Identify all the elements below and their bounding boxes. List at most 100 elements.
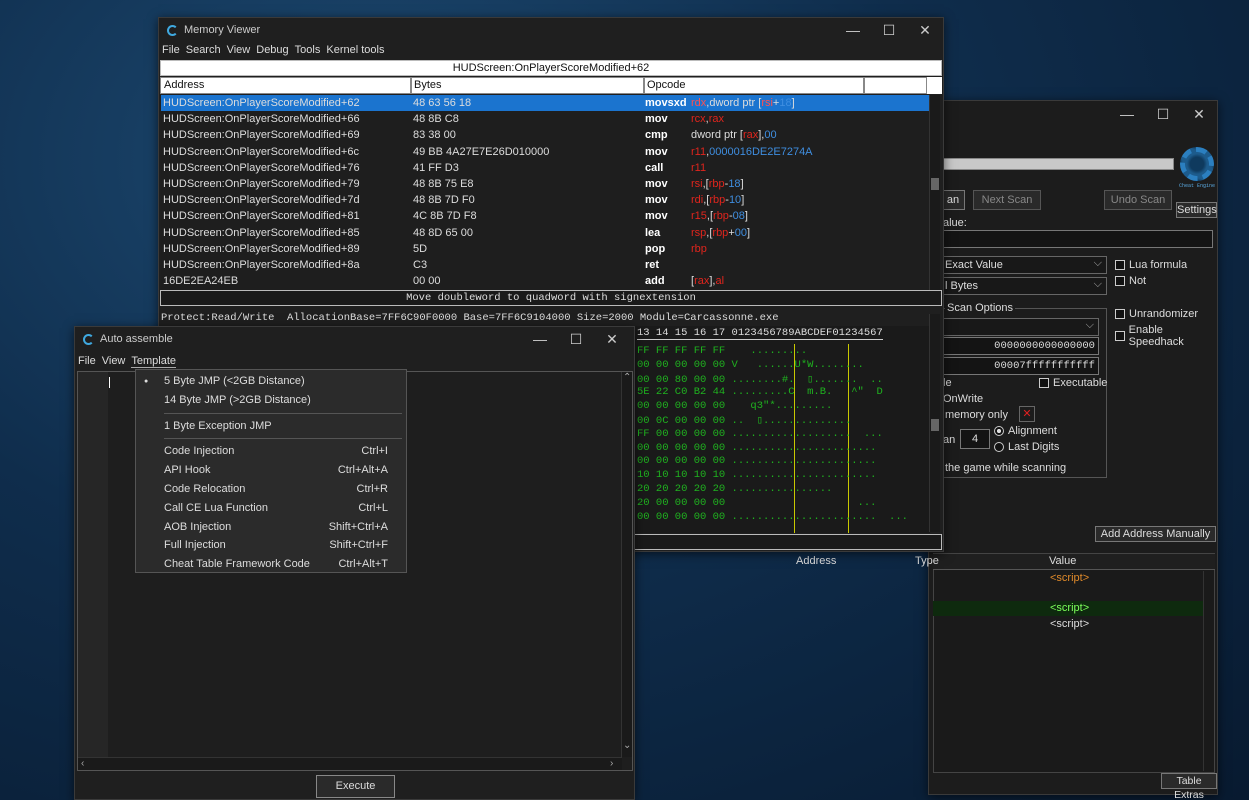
menu-debug[interactable]: Debug bbox=[256, 44, 288, 56]
main-window-titlebar[interactable]: — ☐ ✕ bbox=[929, 101, 1217, 127]
col-header-opcode[interactable]: Opcode bbox=[644, 77, 864, 94]
hex-row[interactable]: 00 00 00 00 00 V ......U*W........ bbox=[637, 359, 864, 371]
writable-label[interactable]: le bbox=[943, 377, 952, 389]
close-red-icon[interactable]: ✕ bbox=[1019, 406, 1035, 422]
table-row-1-value[interactable]: <script> bbox=[1050, 572, 1089, 584]
menu-kernel-tools[interactable]: Kernel tools bbox=[326, 44, 384, 56]
close-icon[interactable]: ✕ bbox=[1181, 106, 1217, 123]
hex-scrollbar[interactable] bbox=[929, 314, 940, 532]
disassembler-row[interactable]: HUDScreen:OnPlayerScoreModified+81 4C 8B … bbox=[161, 208, 929, 224]
disassembler-scrollbar[interactable] bbox=[929, 95, 940, 290]
maximize-icon[interactable]: ☐ bbox=[871, 22, 907, 39]
hex-row[interactable]: 00 00 00 00 00 ....................... bbox=[637, 442, 876, 454]
menu-file[interactable]: File bbox=[78, 355, 96, 367]
template-menu-item[interactable]: 1 Byte Exception JMP bbox=[136, 417, 406, 435]
menu-view[interactable]: View bbox=[102, 355, 126, 367]
disassembler-row[interactable]: HUDScreen:OnPlayerScoreModified+85 48 8D … bbox=[161, 225, 929, 241]
maximize-icon[interactable]: ☐ bbox=[1145, 106, 1181, 123]
disassembler-row[interactable]: HUDScreen:OnPlayerScoreModified+69 83 38 … bbox=[161, 127, 929, 143]
scan-type-select[interactable]: Exact Value bbox=[941, 255, 1107, 274]
template-menu-item[interactable]: Call CE Lua Function Ctrl+L bbox=[136, 499, 406, 517]
unrandomizer-checkbox[interactable]: Unrandomizer bbox=[1115, 308, 1198, 320]
col-header-bytes[interactable]: Bytes bbox=[411, 77, 644, 94]
template-menu-item[interactable]: API Hook Ctrl+Alt+A bbox=[136, 461, 406, 479]
hex-row[interactable]: FF FF FF FF FF ......... bbox=[637, 345, 807, 357]
add-address-button[interactable]: Add Address Manually bbox=[1095, 526, 1216, 542]
memory-region-select[interactable] bbox=[941, 317, 1099, 336]
hex-row[interactable]: 00 00 00 00 00 ....................... .… bbox=[637, 511, 908, 523]
scroll-up-icon[interactable]: ⌃ bbox=[623, 372, 631, 383]
maximize-icon[interactable]: ☐ bbox=[558, 331, 594, 348]
template-menu-item[interactable]: 14 Byte JMP (>2GB Distance) bbox=[136, 391, 406, 409]
close-icon[interactable]: ✕ bbox=[907, 22, 943, 39]
table-row-3-value[interactable]: <script> bbox=[1050, 602, 1089, 614]
scroll-left-icon[interactable]: ‹ bbox=[81, 758, 84, 769]
minimize-icon[interactable]: — bbox=[835, 22, 871, 39]
table-header-type[interactable]: Type bbox=[915, 555, 939, 567]
disassembler-row[interactable]: HUDScreen:OnPlayerScoreModified+8a C3 ret bbox=[161, 257, 929, 273]
next-scan-button[interactable]: Next Scan bbox=[973, 190, 1041, 210]
scrollbar-thumb[interactable] bbox=[931, 178, 939, 190]
menu-file[interactable]: File bbox=[162, 44, 180, 56]
template-menu-item[interactable]: AOB Injection Shift+Ctrl+A bbox=[136, 518, 406, 536]
memory-viewer-titlebar[interactable]: Memory Viewer — ☐ ✕ bbox=[159, 18, 943, 42]
table-row-4-value[interactable]: <script> bbox=[1050, 618, 1089, 630]
close-icon[interactable]: ✕ bbox=[594, 331, 630, 348]
hex-row[interactable]: FF 00 00 00 00 ................... ... bbox=[637, 428, 883, 440]
table-extras-button[interactable]: Table Extras bbox=[1161, 773, 1217, 800]
fast-scan-value[interactable]: 4 bbox=[960, 429, 990, 449]
disassembler-row[interactable]: HUDScreen:OnPlayerScoreModified+7d 48 8B … bbox=[161, 192, 929, 208]
col-header-comment[interactable] bbox=[864, 77, 927, 94]
memory-only-label[interactable]: memory only bbox=[945, 409, 1008, 421]
first-scan-button[interactable]: an bbox=[941, 190, 965, 210]
hex-row[interactable]: 00 00 00 00 00 q3"*......... bbox=[637, 400, 832, 412]
table-header-address[interactable]: Address bbox=[796, 555, 836, 567]
value-type-select[interactable]: l Bytes bbox=[941, 276, 1107, 295]
disassembler-row[interactable]: HUDScreen:OnPlayerScoreModified+6c 49 BB … bbox=[161, 144, 929, 160]
settings-button[interactable]: Settings bbox=[1176, 202, 1217, 218]
scrollbar-thumb[interactable] bbox=[931, 419, 939, 431]
hex-row[interactable]: 10 10 10 10 10 ....................... bbox=[637, 469, 876, 481]
minimize-icon[interactable]: — bbox=[522, 331, 558, 348]
scroll-down-icon[interactable]: ⌄ bbox=[623, 740, 631, 751]
current-address-bar[interactable]: HUDScreen:OnPlayerScoreModified+62 bbox=[160, 60, 942, 76]
disassembler-row[interactable]: HUDScreen:OnPlayerScoreModified+79 48 8B … bbox=[161, 176, 929, 192]
menu-view[interactable]: View bbox=[227, 44, 251, 56]
template-menu-item[interactable]: Code Relocation Ctrl+R bbox=[136, 480, 406, 498]
menu-template[interactable]: Template bbox=[131, 355, 177, 368]
disassembler-row[interactable]: HUDScreen:OnPlayerScoreModified+76 41 FF … bbox=[161, 160, 929, 176]
hex-row[interactable]: 00 00 80 00 00 ........#. ▯....... .. bbox=[637, 373, 883, 386]
last-digits-radio[interactable]: Last Digits bbox=[994, 441, 1059, 453]
template-menu-item[interactable]: Cheat Table Framework Code Ctrl+Alt+T bbox=[136, 555, 406, 573]
disassembler-row[interactable]: 16DE2EA24EB 00 00 add [rax],al bbox=[161, 273, 929, 289]
auto-assemble-titlebar[interactable]: Auto assemble — ☐ ✕ bbox=[75, 327, 634, 351]
editor-scrollbar[interactable]: ⌃ ⌄ bbox=[621, 372, 632, 757]
pause-game-label[interactable]: the game while scanning bbox=[945, 462, 1066, 474]
execute-button[interactable]: Execute bbox=[316, 775, 395, 798]
menu-tools[interactable]: Tools bbox=[295, 44, 321, 56]
disassembler-row[interactable]: HUDScreen:OnPlayerScoreModified+89 5D pop r… bbox=[161, 241, 929, 257]
hex-row[interactable]: 20 20 20 20 20 ................ bbox=[637, 483, 832, 495]
executable-checkbox[interactable]: Executable bbox=[1039, 377, 1107, 389]
start-address-field[interactable]: 0000000000000000 bbox=[941, 337, 1099, 355]
table-header-value[interactable]: Value bbox=[1049, 555, 1076, 567]
disassembler-list[interactable]: HUDScreen:OnPlayerScoreModified+62 48 63 … bbox=[161, 95, 929, 290]
minimize-icon[interactable]: — bbox=[1109, 106, 1145, 123]
lua-formula-checkbox[interactable]: Lua formula bbox=[1115, 259, 1187, 271]
scroll-right-icon[interactable]: › bbox=[610, 758, 613, 769]
disassembler-row[interactable]: HUDScreen:OnPlayerScoreModified+66 48 8B … bbox=[161, 111, 929, 127]
template-menu-item[interactable]: Code Injection Ctrl+I bbox=[136, 442, 406, 460]
template-menu-item[interactable]: ● 5 Byte JMP (<2GB Distance) bbox=[136, 372, 406, 390]
copy-on-write-label[interactable]: OnWrite bbox=[943, 393, 983, 405]
menu-search[interactable]: Search bbox=[186, 44, 221, 56]
table-scrollbar[interactable] bbox=[1203, 571, 1214, 771]
not-checkbox[interactable]: Not bbox=[1115, 275, 1146, 287]
hex-row[interactable]: 20 00 00 00 00 ... bbox=[637, 497, 876, 509]
editor-hscrollbar[interactable]: ‹ › bbox=[78, 757, 622, 770]
cheat-engine-logo[interactable]: Cheat Engine bbox=[1177, 145, 1217, 195]
col-header-address[interactable]: Address bbox=[160, 77, 411, 94]
template-menu-item[interactable]: Full Injection Shift+Ctrl+F bbox=[136, 536, 406, 554]
undo-scan-button[interactable]: Undo Scan bbox=[1104, 190, 1172, 210]
stop-address-field[interactable]: 00007fffffffffff bbox=[941, 357, 1099, 375]
value-input[interactable] bbox=[941, 230, 1213, 248]
